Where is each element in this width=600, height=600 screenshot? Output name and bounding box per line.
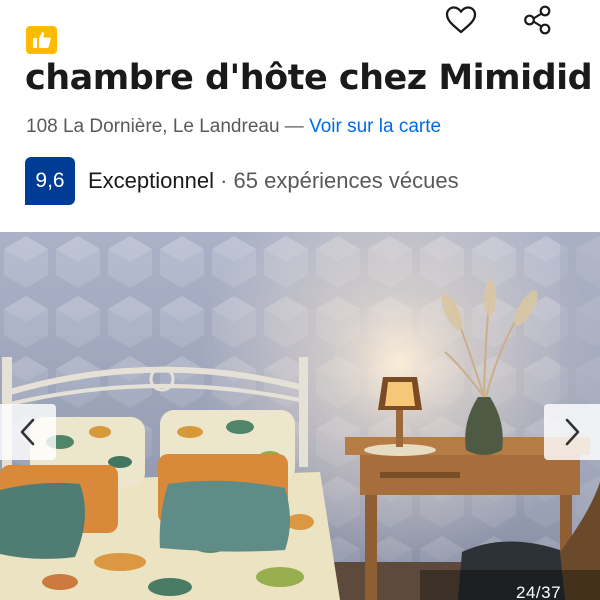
rating-row[interactable]: Exceptionnel · 65 expériences vécues (88, 168, 459, 194)
gallery-counter: 24/37 (516, 583, 562, 600)
share-button[interactable] (519, 2, 555, 38)
rating-label: Exceptionnel (88, 168, 214, 193)
bedroom-photo-image (0, 232, 600, 600)
thumbs-up-badge (26, 26, 57, 54)
rating-separator: · (213, 168, 234, 193)
address-row: 108 La Dornière, Le Landreau — Voir sur … (26, 116, 441, 138)
chevron-left-icon (20, 418, 35, 446)
review-score-badge[interactable]: 9,6 (25, 157, 75, 205)
review-count: 65 expériences vécues (233, 168, 459, 193)
address-separator: — (279, 116, 310, 137)
chevron-right-icon (565, 418, 580, 446)
gallery-next-button[interactable] (544, 404, 600, 460)
thumbs-up-icon (32, 32, 51, 48)
share-icon (524, 5, 551, 35)
gallery-prev-button[interactable] (0, 404, 56, 460)
map-link[interactable]: Voir sur la carte (309, 116, 441, 137)
gallery-photo[interactable] (0, 232, 600, 600)
favorite-button[interactable] (443, 2, 479, 38)
property-title: chambre d'hôte chez Mimidid (25, 58, 593, 98)
heart-icon (445, 6, 477, 34)
property-address: 108 La Dornière, Le Landreau (26, 116, 280, 137)
